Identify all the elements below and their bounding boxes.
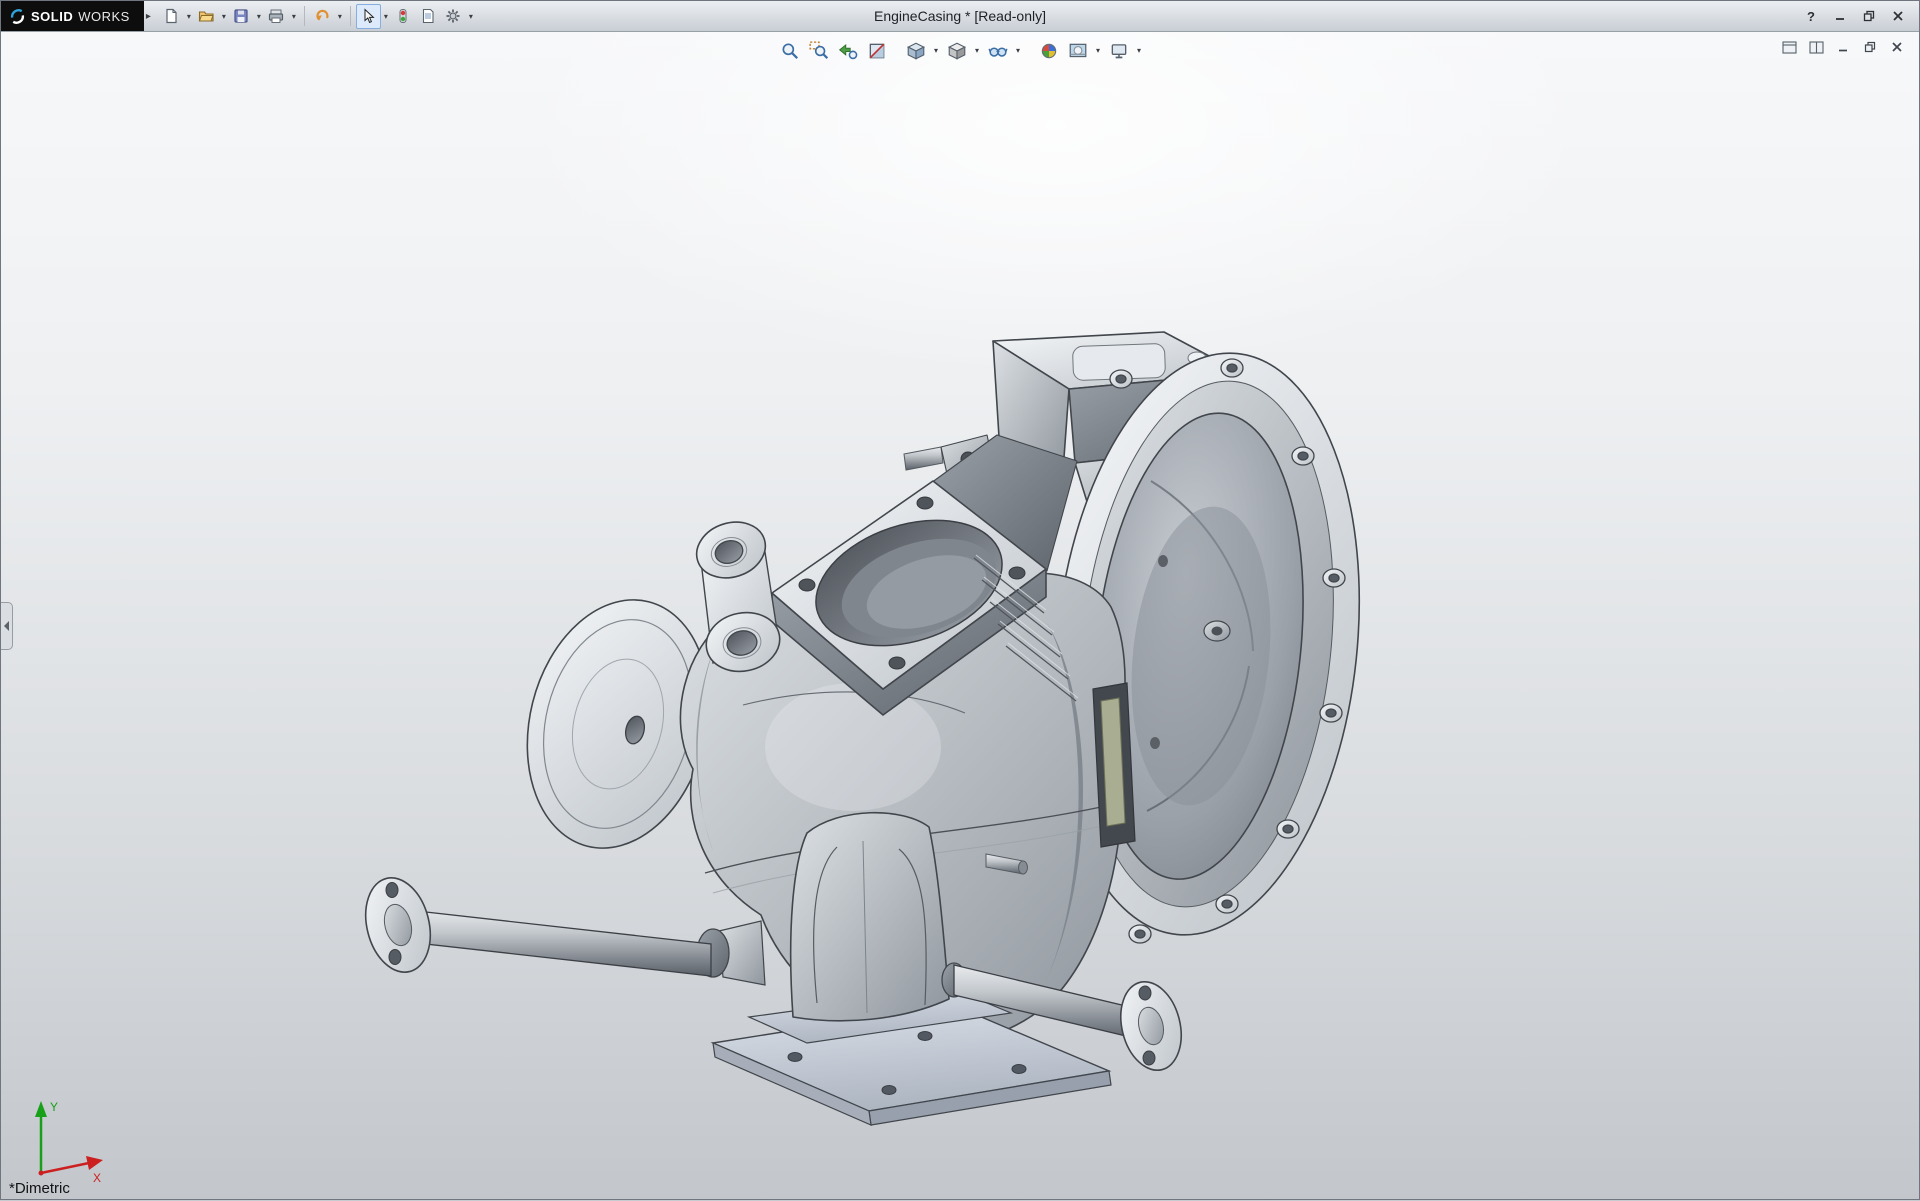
triad-y-arrow xyxy=(35,1101,47,1117)
restore-button[interactable] xyxy=(1858,6,1880,26)
section-view-icon xyxy=(867,41,887,61)
select-dropdown[interactable]: ▾ xyxy=(381,12,391,21)
feature-panel-collapse-tab[interactable] xyxy=(1,602,13,650)
new-document-button[interactable] xyxy=(159,4,184,29)
hide-show-items-dropdown[interactable]: ▾ xyxy=(1013,46,1023,55)
triad-y-label: Y xyxy=(50,1100,58,1114)
toolbar-separator xyxy=(304,6,305,26)
window-tile-icon xyxy=(1782,41,1797,54)
print-icon xyxy=(268,8,284,24)
display-style-dropdown[interactable]: ▾ xyxy=(972,46,982,55)
edit-appearance-ball-icon xyxy=(1039,41,1059,61)
standard-toolbar: ▾ ▾ ▾ ▾ ▾ xyxy=(159,4,476,29)
previous-view-icon xyxy=(838,41,858,61)
file-properties-icon xyxy=(420,8,436,24)
options-button[interactable] xyxy=(441,4,466,29)
zoom-to-area-button[interactable] xyxy=(805,38,832,63)
save-icon xyxy=(233,8,249,24)
window-split-icon xyxy=(1809,41,1824,54)
undo-icon xyxy=(314,8,330,24)
triad-x-arrow xyxy=(86,1156,103,1170)
restore-icon xyxy=(1863,10,1875,22)
apply-scene-icon xyxy=(1068,41,1088,61)
print-button[interactable] xyxy=(264,4,289,29)
open-button[interactable] xyxy=(194,4,219,29)
hide-show-items-button[interactable] xyxy=(984,38,1011,63)
solidworks-logo: SOLID WORKS xyxy=(1,1,144,31)
heads-up-toolbar: ▾ ▾ ▾ xyxy=(776,38,1144,63)
view-settings-icon xyxy=(1109,41,1129,61)
save-button[interactable] xyxy=(229,4,254,29)
engine-casing-model[interactable] xyxy=(1,1,1920,1201)
doc-restore-icon xyxy=(1864,41,1876,53)
select-button[interactable] xyxy=(356,4,381,29)
graphics-area[interactable]: ▾ ▾ ▾ xyxy=(1,32,1919,1199)
new-document-dropdown[interactable]: ▾ xyxy=(184,12,194,21)
orientation-triad: Y X xyxy=(17,1087,112,1187)
doc-restore-button[interactable] xyxy=(1860,38,1880,56)
solidworks-window: { "window": { "title": "EngineCasing * [… xyxy=(0,0,1920,1200)
doc-window-1-button[interactable] xyxy=(1779,38,1799,56)
open-dropdown[interactable]: ▾ xyxy=(219,12,229,21)
previous-view-button[interactable] xyxy=(834,38,861,63)
undo-dropdown[interactable]: ▾ xyxy=(335,12,345,21)
view-orientation-button[interactable] xyxy=(902,38,929,63)
apply-scene-button[interactable] xyxy=(1064,38,1091,63)
file-properties-button[interactable] xyxy=(416,4,441,29)
view-orientation-label: *Dimetric xyxy=(9,1180,70,1197)
doc-window-2-button[interactable] xyxy=(1806,38,1826,56)
view-settings-dropdown[interactable]: ▾ xyxy=(1134,46,1144,55)
brand-solid: SOLID xyxy=(31,9,73,24)
zoom-to-fit-button[interactable] xyxy=(776,38,803,63)
help-button[interactable]: ? xyxy=(1800,6,1822,26)
title-bar: SOLID WORKS ▸ ▾ ▾ ▾ xyxy=(1,1,1919,32)
toolbar-separator xyxy=(350,6,351,26)
doc-minimize-button[interactable] xyxy=(1833,38,1853,56)
doc-close-icon xyxy=(1891,41,1903,53)
triad-origin xyxy=(39,1171,44,1176)
print-dropdown[interactable]: ▾ xyxy=(289,12,299,21)
close-icon xyxy=(1892,10,1904,22)
collapse-arrow-icon xyxy=(3,620,10,632)
rebuild-button[interactable] xyxy=(391,4,416,29)
display-style-icon xyxy=(947,41,967,61)
options-gear-icon xyxy=(445,8,461,24)
doc-close-button[interactable] xyxy=(1887,38,1907,56)
apply-scene-dropdown[interactable]: ▾ xyxy=(1093,46,1103,55)
options-dropdown[interactable]: ▾ xyxy=(466,12,476,21)
doc-minimize-icon xyxy=(1837,41,1849,53)
save-dropdown[interactable]: ▾ xyxy=(254,12,264,21)
hide-show-glasses-icon xyxy=(988,41,1008,61)
zoom-to-area-icon xyxy=(809,41,829,61)
view-settings-button[interactable] xyxy=(1105,38,1132,63)
zoom-to-fit-icon xyxy=(780,41,800,61)
window-controls: ? xyxy=(1800,6,1919,26)
section-view-button[interactable] xyxy=(863,38,890,63)
document-title: EngineCasing * [Read-only] xyxy=(874,1,1046,31)
view-orientation-dropdown[interactable]: ▾ xyxy=(931,46,941,55)
rebuild-icon xyxy=(395,8,411,24)
minimize-button[interactable] xyxy=(1829,6,1851,26)
view-orientation-cube-icon xyxy=(906,41,926,61)
new-document-icon xyxy=(163,8,179,24)
triad-x-label: X xyxy=(93,1171,101,1185)
close-button[interactable] xyxy=(1887,6,1909,26)
undo-button[interactable] xyxy=(310,4,335,29)
document-window-controls xyxy=(1779,38,1907,56)
menu-expand-arrow[interactable]: ▸ xyxy=(146,11,151,22)
display-style-button[interactable] xyxy=(943,38,970,63)
ds-swirl-icon xyxy=(9,8,26,25)
edit-appearance-button[interactable] xyxy=(1035,38,1062,63)
brand-works: WORKS xyxy=(78,9,130,24)
minimize-icon xyxy=(1834,10,1846,22)
open-folder-icon xyxy=(198,8,214,24)
select-cursor-icon xyxy=(360,8,376,24)
model-left-rod xyxy=(356,871,765,985)
